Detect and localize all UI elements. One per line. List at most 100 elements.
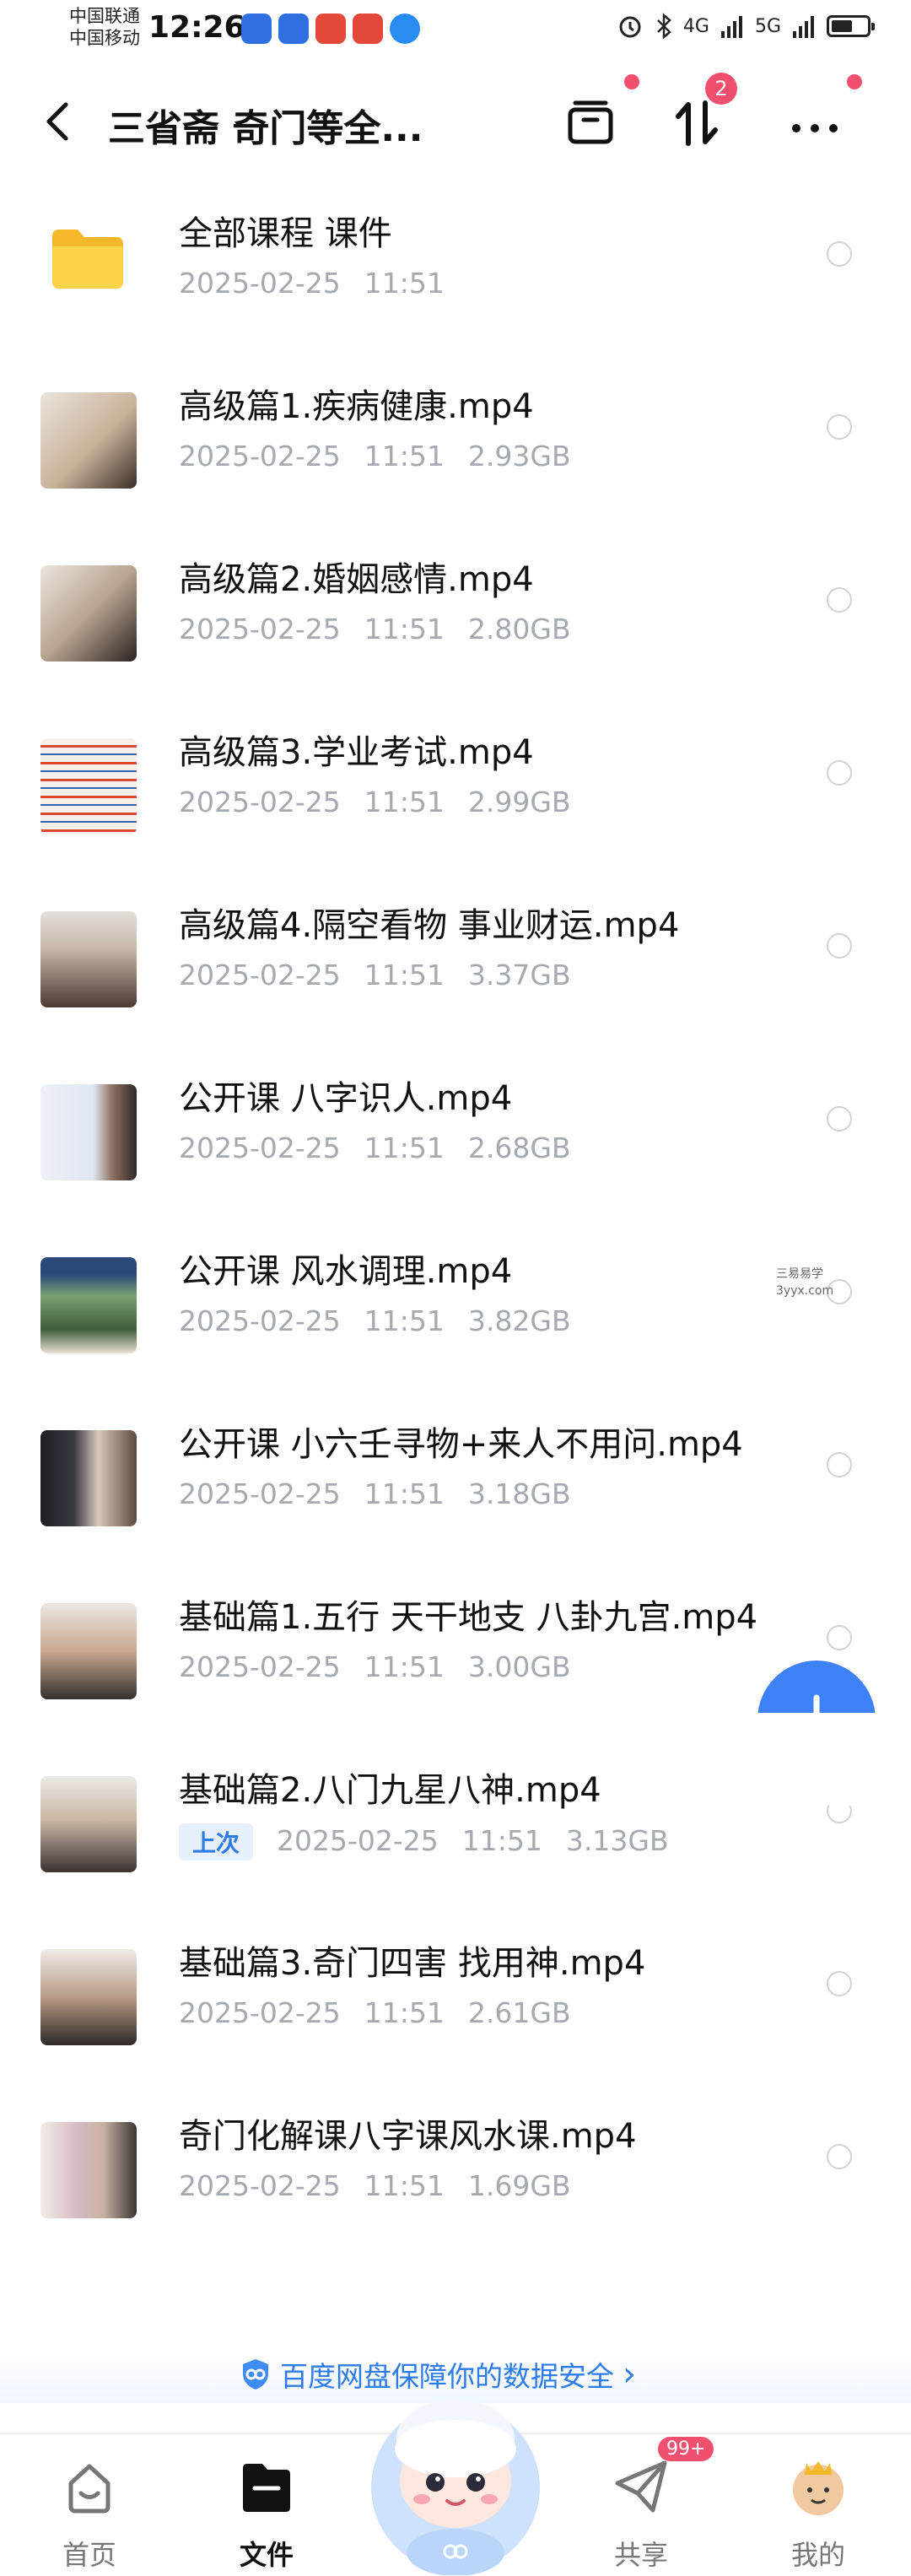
file-meta: 2025-02-25 11:51 2.61GB: [179, 1996, 595, 2029]
file-meta: 2025-02-25 11:51 2.99GB: [179, 786, 595, 818]
file-name: 公开课 八字识人.mp4: [179, 1079, 513, 1118]
alarm-icon: [619, 16, 641, 38]
list-item[interactable]: 奇门化解课八字课风水课.mp4 2025-02-25 11:51 1.69GB: [0, 2080, 911, 2253]
file-meta: 上次 2025-02-25 11:51 3.13GB: [179, 1823, 693, 1860]
nav-home[interactable]: 首页: [30, 2449, 148, 2571]
file-date: 2025-02-25: [179, 1131, 341, 1164]
file-size: 2.80GB: [467, 613, 571, 645]
file-name: 高级篇4.隔空看物 事业财运.mp4: [179, 906, 680, 945]
mascot-assistant-icon[interactable]: [359, 2379, 552, 2575]
select-radio[interactable]: [827, 241, 852, 267]
fab-mask: [742, 1713, 911, 1806]
file-meta: 2025-02-25 11:51 1.69GB: [179, 2169, 595, 2202]
archive-box-icon[interactable]: [560, 95, 621, 152]
network-type-2: 5G: [754, 15, 781, 37]
list-item[interactable]: 公开课 八字识人.mp4 2025-02-25 11:51 2.68GB: [0, 1042, 911, 1215]
nav-mine-label: 我的: [790, 2539, 845, 2571]
network-type-1: 4G: [682, 15, 709, 37]
select-radio[interactable]: [827, 1452, 852, 1477]
file-size: 2.61GB: [467, 1996, 571, 2029]
list-item[interactable]: 基础篇3.奇门四害 找用神.mp4 2025-02-25 11:51 2.61GB: [0, 1907, 911, 2080]
file-meta: 2025-02-25 11:51 3.82GB: [179, 1304, 595, 1337]
file-time: 11:51: [364, 1131, 445, 1164]
file-name: 高级篇3.学业考试.mp4: [179, 733, 534, 772]
carrier-info: 中国联通 中国移动: [69, 5, 140, 49]
video-thumbnail: [40, 1257, 137, 1353]
select-radio[interactable]: [827, 587, 852, 613]
status-bar: 中国联通 中国移动 12:26 4G 5G: [0, 0, 911, 61]
file-meta: 2025-02-25 11:51 2.93GB: [179, 440, 595, 473]
select-radio[interactable]: [827, 2144, 852, 2169]
file-date: 2025-02-25: [179, 1996, 341, 2029]
video-thumbnail: [40, 1949, 137, 2045]
carrier-1: 中国联通: [69, 6, 140, 26]
list-item[interactable]: 高级篇3.学业考试.mp4 2025-02-25 11:51 2.99GB: [0, 696, 911, 869]
recent-badge: 上次: [179, 1823, 254, 1860]
list-item[interactable]: 全部课程 课件 2025-02-25 11:51: [0, 177, 911, 350]
file-time: 11:51: [364, 2169, 445, 2202]
file-meta: 2025-02-25 11:51: [179, 267, 468, 300]
select-radio[interactable]: [827, 1625, 852, 1650]
video-thumbnail: [40, 392, 137, 489]
notification-dot: [624, 74, 639, 89]
signal-icon: [793, 16, 814, 38]
file-date: 2025-02-25: [179, 1650, 341, 1683]
file-name: 公开课 小六壬寻物+来人不用问.mp4: [179, 1425, 743, 1464]
file-time: 11:51: [364, 440, 445, 473]
signal-icon: [720, 16, 742, 38]
file-size: 3.13GB: [565, 1823, 669, 1857]
back-arrow-icon[interactable]: [40, 98, 74, 145]
select-radio[interactable]: [827, 1106, 852, 1131]
nav-home-label: 首页: [62, 2539, 116, 2571]
file-date: 2025-02-25: [277, 1823, 439, 1857]
list-item[interactable]: 高级篇1.疾病健康.mp4 2025-02-25 11:51 2.93GB: [0, 350, 911, 523]
nav-mine[interactable]: 我的: [759, 2449, 877, 2571]
file-size: 3.18GB: [467, 1477, 571, 1510]
notification-dot: [847, 74, 862, 89]
nav-files-label: 文件: [239, 2539, 294, 2571]
file-time: 11:51: [364, 786, 445, 818]
file-size: 3.00GB: [467, 1650, 571, 1683]
shield-icon: [243, 2359, 268, 2390]
notification-app-icon: [241, 14, 272, 44]
file-time: 11:51: [364, 1477, 445, 1510]
system-indicators: 4G 5G: [616, 12, 875, 41]
share-badge: 99+: [658, 2437, 714, 2461]
list-item[interactable]: 公开课 风水调理.mp4 2025-02-25 11:51 3.82GB: [0, 1215, 911, 1388]
file-name: 高级篇2.婚姻感情.mp4: [179, 560, 534, 599]
list-item[interactable]: 公开课 小六壬寻物+来人不用问.mp4 2025-02-25 11:51 3.18G…: [0, 1388, 911, 1561]
files-icon: [243, 2464, 290, 2512]
select-radio[interactable]: [827, 933, 852, 959]
video-thumbnail: [40, 1430, 137, 1526]
file-date: 2025-02-25: [179, 440, 341, 473]
select-radio[interactable]: [827, 1971, 852, 1996]
more-menu-icon[interactable]: [784, 95, 845, 152]
file-name: 公开课 风水调理.mp4: [179, 1252, 513, 1291]
file-size: 2.93GB: [467, 440, 571, 473]
notification-app-icon: [353, 14, 383, 44]
file-meta: 2025-02-25 11:51 2.80GB: [179, 613, 595, 645]
video-thumbnail: [40, 738, 137, 834]
file-time: 11:51: [364, 959, 445, 991]
battery-icon: [827, 15, 875, 37]
watermark: 三易易学 3yyx.com: [776, 1266, 833, 1299]
page-title: 三省斋 奇门等全...: [108, 107, 423, 150]
file-name: 基础篇2.八门九星八神.mp4: [179, 1771, 601, 1810]
file-time: 11:51: [364, 1650, 445, 1683]
notification-app-icon: [390, 14, 420, 44]
file-name: 高级篇1.疾病健康.mp4: [179, 387, 534, 426]
select-radio[interactable]: [827, 760, 852, 786]
file-size: 2.99GB: [467, 786, 571, 818]
file-time: 11:51: [364, 1304, 445, 1337]
file-date: 2025-02-25: [179, 1304, 341, 1337]
file-meta: 2025-02-25 11:51 3.37GB: [179, 959, 595, 991]
watermark-line-1: 三易易学: [776, 1267, 823, 1281]
list-item[interactable]: 高级篇2.婚姻感情.mp4 2025-02-25 11:51 2.80GB: [0, 523, 911, 696]
file-date: 2025-02-25: [179, 959, 341, 991]
file-meta: 2025-02-25 11:51 2.68GB: [179, 1131, 595, 1164]
file-name: 基础篇3.奇门四害 找用神.mp4: [179, 1944, 646, 1983]
list-item[interactable]: 高级篇4.隔空看物 事业财运.mp4 2025-02-25 11:51 3.37GB: [0, 869, 911, 1042]
select-radio[interactable]: [827, 414, 852, 440]
nav-files[interactable]: 文件: [208, 2449, 326, 2571]
watermark-line-2: 3yyx.com: [776, 1284, 834, 1298]
